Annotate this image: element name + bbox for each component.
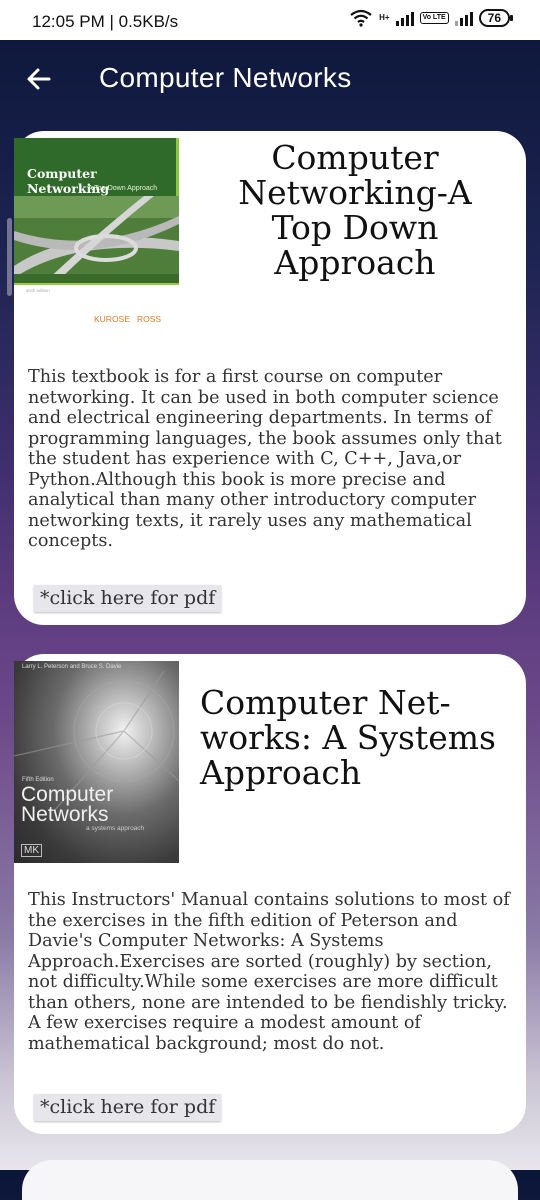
scrollbar[interactable] — [7, 218, 12, 296]
page-title: Computer Networks — [99, 62, 352, 93]
book-card: Larry L. Peterson and Bruce S. Davie Fif… — [14, 654, 526, 1134]
signal-icon-2 — [454, 10, 473, 26]
cover-subtitle: A Top-Down Approach — [88, 185, 158, 192]
volte-badge: Vo LTE — [419, 12, 449, 24]
book-cover-image: Computer Networking A Top-Down Approach … — [14, 138, 179, 338]
signal-icon — [395, 10, 414, 26]
book-title: Computer Net-works: A Systems Approach — [200, 683, 496, 792]
cover-highway-image — [14, 196, 179, 283]
book-card: Computer Networking A Top-Down Approach … — [14, 131, 526, 625]
cover-title-line1: Computer — [21, 783, 114, 806]
app-bar: Computer Networks — [0, 40, 540, 120]
cover-tunnel-image — [14, 670, 179, 812]
status-time: 12:05 PM | 0.5KB/s — [32, 12, 179, 31]
pdf-link-button[interactable]: *click here for pdf — [34, 1094, 222, 1121]
battery-icon: 76 — [478, 9, 514, 27]
cover-rule — [14, 283, 179, 285]
status-bar: 12:05 PM | 0.5KB/s H+ Vo LTE 76 — [0, 0, 540, 40]
wifi-icon — [350, 9, 372, 27]
cover-publisher-logo: MK — [21, 844, 42, 857]
arrow-left-icon[interactable] — [26, 66, 52, 92]
cover-authors: KUROSE ROSS — [94, 314, 162, 324]
book-cover-image: Larry L. Peterson and Bruce S. Davie Fif… — [14, 661, 179, 863]
network-type-badge: H+ — [379, 13, 390, 22]
cover-title-line2: Networks — [21, 803, 109, 826]
book-description: This Instructors' Manual contains soluti… — [28, 890, 510, 1054]
cover-subtitle: a systems approach — [86, 825, 145, 832]
status-icons: H+ Vo LTE 76 — [349, 9, 514, 27]
book-card-partial — [22, 1160, 518, 1200]
book-title: Computer Networking-A Top Down Approach — [238, 138, 472, 282]
book-description: This textbook is for a first course on c… — [28, 367, 502, 551]
pdf-link-button[interactable]: *click here for pdf — [34, 585, 222, 612]
cover-edition: sixth edition — [26, 288, 50, 293]
